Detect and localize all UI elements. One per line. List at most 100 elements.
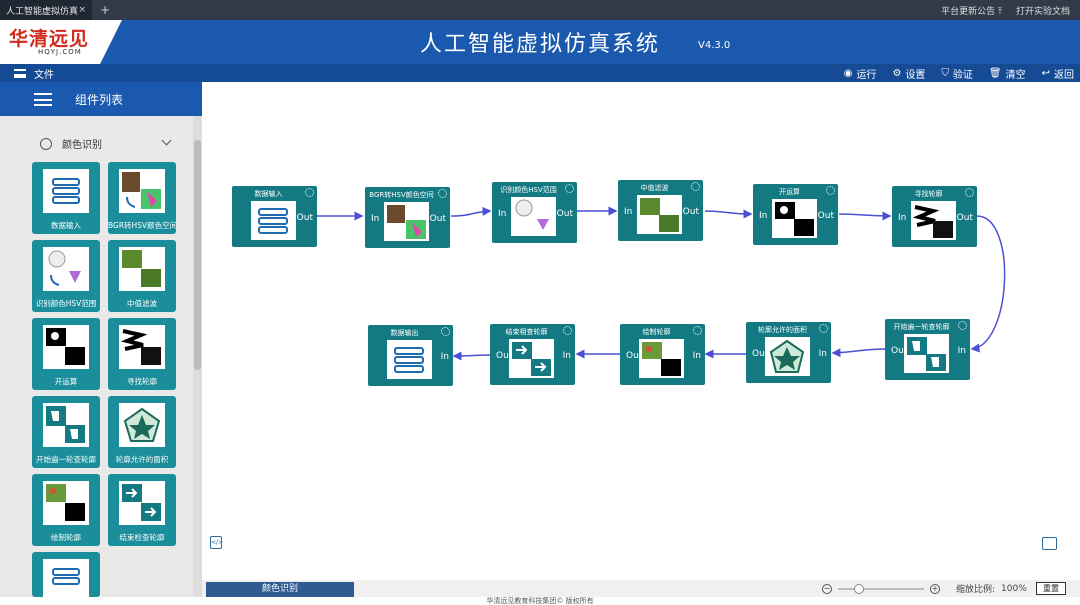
zoom-slider-knob[interactable]	[854, 583, 864, 594]
input-port[interactable]: In	[371, 214, 379, 224]
flow-node[interactable]: 轮廓允许的面积 Out In	[746, 322, 831, 383]
zoom-slider[interactable]	[838, 583, 924, 594]
gear-icon[interactable]	[691, 182, 700, 191]
component-card[interactable]	[32, 552, 100, 597]
app-header: 华清远见 HQYJ.COM 人工智能虚拟仿真系统 V4.3.0	[0, 20, 1080, 64]
open-doc-link[interactable]: 打开实验文档	[1016, 4, 1070, 17]
color-range-icon	[511, 197, 556, 236]
run-button[interactable]: ◉ 运行	[844, 66, 877, 81]
sidebar-scrollbar[interactable]	[193, 116, 202, 597]
component-card[interactable]: 开运算	[32, 318, 100, 390]
gear-icon[interactable]	[826, 186, 835, 195]
input-port[interactable]: In	[563, 351, 571, 361]
platform-notice-link[interactable]: 平台更新公告 ⤒	[941, 4, 1002, 17]
flow-node[interactable]: 数据输出 In	[368, 325, 453, 386]
tab-color-recognition[interactable]: 颜色识别	[206, 582, 354, 597]
flow-node[interactable]: 识别颜色HSV范围 In Out	[492, 182, 577, 243]
book-icon[interactable]	[1042, 537, 1057, 550]
component-card[interactable]: 数据输入	[32, 162, 100, 234]
input-port[interactable]: In	[693, 351, 701, 361]
node-title: 数据输出	[390, 329, 419, 337]
output-port[interactable]: Out	[297, 213, 313, 223]
gear-icon[interactable]	[819, 324, 828, 333]
input-port[interactable]: In	[759, 211, 767, 221]
output-port[interactable]: Out	[957, 213, 973, 223]
gear-icon[interactable]	[441, 327, 450, 336]
hsv-conversion-icon	[119, 169, 165, 213]
menu-icon[interactable]	[34, 93, 52, 106]
back-button[interactable]: ↩ 返回	[1042, 66, 1074, 81]
settings-button[interactable]: ⚙ 设置	[892, 66, 925, 81]
gear-icon[interactable]	[965, 188, 974, 197]
output-port[interactable]: Out	[818, 211, 834, 221]
input-port[interactable]: In	[441, 352, 449, 362]
zoom-out-icon[interactable]: −	[822, 583, 832, 594]
output-port[interactable]: Out	[430, 214, 446, 224]
component-card[interactable]: 绘制轮廓	[32, 474, 100, 546]
component-card[interactable]: 中值滤波	[108, 240, 176, 312]
app-title: 人工智能虚拟仿真系统	[419, 32, 660, 57]
component-card[interactable]: BGR转HSV颜色空间	[108, 162, 176, 234]
input-port[interactable]: In	[624, 207, 632, 217]
validate-button[interactable]: ⛉ 验证	[941, 66, 973, 81]
contour-loop-icon	[904, 334, 949, 373]
input-port[interactable]: In	[898, 213, 906, 223]
back-icon: ↩	[1041, 68, 1050, 79]
clear-button[interactable]: 🗑 清空	[989, 66, 1026, 81]
toolbar: 文件 ◉ 运行 ⚙ 设置 ⛉ 验证 🗑 清空 ↩ 返回	[0, 64, 1080, 82]
input-port[interactable]: In	[498, 209, 506, 219]
hsv-conversion-icon	[384, 202, 429, 241]
output-port[interactable]: Out	[752, 349, 768, 359]
code-icon[interactable]: </>	[210, 536, 223, 549]
flow-node[interactable]: 绘制轮廓 Out In	[620, 324, 705, 385]
zoom-in-icon[interactable]: +	[930, 583, 940, 594]
end-loop-icon	[509, 339, 554, 378]
flow-node[interactable]: BGR转HSV颜色空间 In Out	[365, 187, 450, 248]
gear-icon[interactable]	[305, 188, 314, 197]
median-filter-icon	[637, 195, 682, 234]
sidebar-header: 组件列表	[0, 82, 202, 116]
output-port[interactable]: Out	[496, 351, 512, 361]
data-output-icon	[43, 559, 89, 597]
component-label: 中值滤波	[127, 299, 157, 308]
node-title: BGR转HSV颜色空间	[369, 191, 434, 199]
input-port[interactable]: In	[958, 346, 966, 356]
component-card[interactable]: 开始遍一轮查轮廓	[32, 396, 100, 468]
flow-node[interactable]: 数据输入 Out	[232, 186, 317, 247]
copyright: 华清远见教育科技集团© 版权所有	[0, 597, 1080, 605]
output-port[interactable]: Out	[891, 346, 907, 356]
flow-node[interactable]: 中值滤波 In Out	[618, 180, 703, 241]
node-title: 开运算	[779, 188, 800, 196]
input-port[interactable]: In	[819, 349, 827, 359]
gear-icon[interactable]	[438, 189, 447, 198]
flow-canvas[interactable]: 数据输入 Out BGR转HSV颜色空间 In Out 识别颜色HSV范围 In…	[202, 82, 1080, 580]
output-port[interactable]: Out	[626, 351, 642, 361]
component-label: 寻找轮廓	[127, 377, 157, 386]
close-icon[interactable]: ×	[78, 5, 86, 15]
flow-node[interactable]: 结束相查轮廓 Out In	[490, 324, 575, 385]
component-card[interactable]: 结束检查轮廓	[108, 474, 176, 546]
category-header[interactable]: 颜色识别	[40, 135, 172, 151]
palette-icon	[40, 137, 52, 150]
component-card[interactable]: 寻找轮廓	[108, 318, 176, 390]
flow-node[interactable]: 寻找轮廓 In Out	[892, 186, 977, 247]
component-card[interactable]: 轮廓允许的面积	[108, 396, 176, 468]
menu-icon	[14, 69, 26, 78]
gear-icon[interactable]	[693, 326, 702, 335]
gear-icon[interactable]	[563, 326, 572, 335]
scrollbar-thumb[interactable]	[194, 140, 201, 370]
browser-tab[interactable]: 人工智能虚拟仿真 ×	[0, 0, 92, 20]
flow-node[interactable]: 开运算 In Out	[753, 184, 838, 245]
find-contours-icon	[911, 201, 956, 240]
new-tab-button[interactable]: +	[100, 3, 110, 17]
file-label: 文件	[34, 70, 54, 81]
component-card[interactable]: 识别颜色HSV范围	[32, 240, 100, 312]
canvas-footer: 颜色识别 − + 缩放比例: 100% 重置	[202, 580, 1080, 597]
file-menu-button[interactable]: 文件	[14, 66, 54, 81]
flow-node[interactable]: 开始遍一轮查轮廓 Out In	[885, 319, 970, 380]
reset-button[interactable]: 重置	[1036, 582, 1066, 595]
gear-icon[interactable]	[958, 321, 967, 330]
gear-icon[interactable]	[565, 184, 574, 193]
output-port[interactable]: Out	[557, 209, 573, 219]
output-port[interactable]: Out	[683, 207, 699, 217]
